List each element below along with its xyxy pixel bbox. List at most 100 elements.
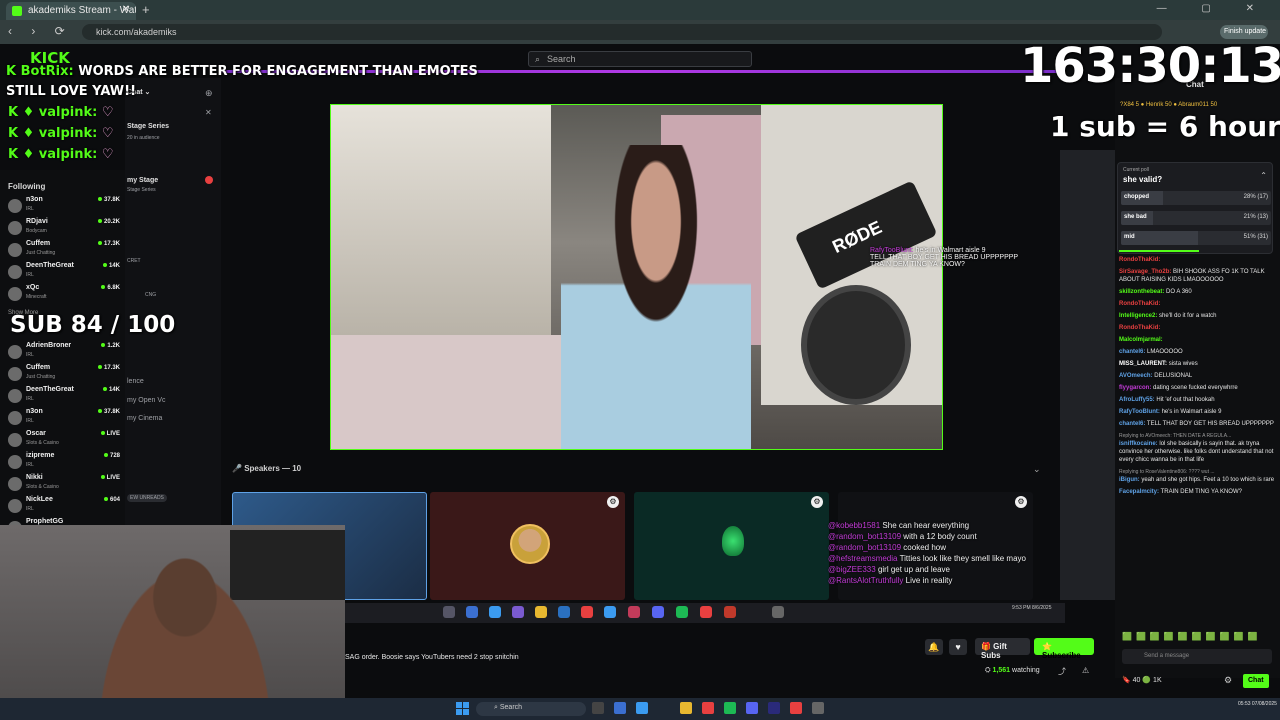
sidebar-channel[interactable]: Nikki Slots & Casino LIVE bbox=[8, 474, 124, 496]
main-video[interactable]: RØDE bbox=[330, 104, 943, 450]
discord-icon[interactable] bbox=[746, 702, 758, 714]
reply-context: Replying to RoseValentine806: ???? wut .… bbox=[1119, 469, 1215, 475]
heart-icon: ♡ bbox=[101, 147, 114, 162]
share-icon[interactable]: ⤴ bbox=[1058, 666, 1066, 677]
poll-option[interactable]: she bad 21% (13) bbox=[1121, 211, 1271, 225]
chat-points: 🔖 40 🟢 1K bbox=[1122, 677, 1162, 684]
bell-icon[interactable]: 🔔 bbox=[925, 639, 943, 655]
brave-icon[interactable] bbox=[702, 702, 714, 714]
open-vc-item[interactable]: my Open Vc bbox=[127, 397, 166, 404]
sidebar-channel[interactable]: AdrienBroner IRL 1.2K bbox=[8, 342, 124, 364]
url-field[interactable]: kick.com/akademiks bbox=[82, 24, 1162, 40]
task-view-icon[interactable] bbox=[592, 702, 604, 714]
speaker-tile[interactable]: ⚙ bbox=[634, 492, 829, 600]
poll-option[interactable]: mid 51% (31) bbox=[1121, 231, 1271, 245]
chat-username[interactable]: RondoThaKid: bbox=[1119, 301, 1160, 307]
still-love-overlay: STILL LOVE YAW!! bbox=[6, 84, 136, 99]
sidebar-channel[interactable]: RDjavi Bodycam 20.2K bbox=[8, 218, 124, 240]
chevron-up-icon[interactable]: ⌃ bbox=[1260, 171, 1267, 180]
my-stage-item[interactable]: my Stage bbox=[127, 177, 158, 184]
chat-send-button[interactable]: Chat bbox=[1243, 674, 1269, 688]
sidebar-channel[interactable]: Cuffem Just Chatting 17.3K bbox=[8, 364, 124, 386]
chat-text: sista wives bbox=[1168, 361, 1198, 367]
report-icon[interactable]: ⚠ bbox=[1082, 666, 1089, 675]
folder-icon[interactable] bbox=[680, 702, 692, 714]
chat-username[interactable]: Malcolmjarmal: bbox=[1119, 337, 1163, 343]
search-input[interactable]: ⌕ Search bbox=[528, 51, 752, 67]
sidebar-channel[interactable]: Oscar Slots & Casino LIVE bbox=[8, 430, 124, 452]
chat-username[interactable]: RondoThaKid: bbox=[1119, 325, 1160, 331]
emote-bar[interactable]: 🟩🟩🟩🟩🟩🟩🟩🟩🟩🟩 bbox=[1122, 632, 1262, 641]
chat-username[interactable]: Facepalmcity: bbox=[1119, 489, 1159, 495]
sidebar-channel[interactable]: n3on IRL 37.8K bbox=[8, 196, 124, 218]
new-tab-button[interactable]: + bbox=[142, 2, 150, 17]
send-message-input[interactable]: Send a message bbox=[1122, 649, 1272, 664]
app-icon[interactable] bbox=[604, 606, 616, 618]
follow-heart-button[interactable]: ♥ bbox=[949, 639, 967, 655]
sidebar-channel[interactable]: izipreme IRL 728 bbox=[8, 452, 124, 474]
folder-icon[interactable] bbox=[535, 606, 547, 618]
close-tab-icon[interactable]: ✕ bbox=[122, 4, 130, 15]
finish-update-button[interactable]: Finish update bbox=[1220, 25, 1268, 39]
add-icon[interactable]: ⊕ bbox=[205, 88, 213, 99]
sidebar-channel[interactable]: Cuffem Just Chatting 17.3K bbox=[8, 240, 124, 262]
chevron-down-icon[interactable]: ⌄ bbox=[1033, 464, 1041, 475]
app-icon[interactable] bbox=[466, 606, 478, 618]
app-icon[interactable] bbox=[628, 606, 640, 618]
chat-username[interactable]: isniffkocaine: bbox=[1119, 441, 1158, 447]
app-icon[interactable] bbox=[724, 606, 736, 618]
chrome-icon[interactable] bbox=[581, 606, 593, 618]
sidebar-channel[interactable]: DeenTheGreat IRL 14K bbox=[8, 262, 124, 284]
options-icon[interactable]: ⚙ bbox=[811, 496, 823, 508]
subscribe-button[interactable]: ⭐ Subscribe bbox=[1034, 638, 1094, 660]
browser-tab[interactable]: akademiks Stream - Watch Live ✕ bbox=[6, 2, 136, 20]
options-icon[interactable]: ⚙ bbox=[1015, 496, 1027, 508]
chat-username[interactable]: iBigun: bbox=[1119, 477, 1140, 483]
windows-start-icon[interactable] bbox=[456, 702, 470, 716]
app-icon[interactable] bbox=[489, 606, 501, 618]
chat-username[interactable]: AVOmeech: bbox=[1119, 373, 1153, 379]
poll-option[interactable]: chopped 28% (17) bbox=[1121, 191, 1271, 205]
chat-username[interactable]: Intelligence2: bbox=[1119, 313, 1157, 319]
app-icon[interactable] bbox=[812, 702, 824, 714]
cinema-item[interactable]: my Cinema bbox=[127, 415, 162, 422]
chat-username[interactable]: RondoThaKid: bbox=[1119, 257, 1160, 263]
app-icon[interactable] bbox=[772, 606, 784, 618]
chat-username[interactable]: chantel6: bbox=[1119, 421, 1145, 427]
app-icon[interactable] bbox=[614, 702, 626, 714]
speaker-tile[interactable]: ⚙ bbox=[430, 492, 625, 600]
window-controls[interactable]: — ▢ ✕ bbox=[1157, 3, 1270, 14]
chat-username[interactable]: RafyTooBlunt: bbox=[1119, 409, 1160, 415]
avatar bbox=[8, 287, 22, 301]
gift-subs-button[interactable]: 🎁 Gift Subs bbox=[975, 638, 1030, 660]
chrome-icon[interactable] bbox=[790, 702, 802, 714]
close-icon[interactable]: ✕ bbox=[205, 108, 212, 117]
windows-search-input[interactable]: ⌕ Search bbox=[476, 702, 586, 716]
viewer-count: 1.2K bbox=[101, 343, 120, 349]
chat-username[interactable]: skillzonthebeat: bbox=[1119, 289, 1164, 295]
sidebar-channel[interactable]: xQc Minecraft 6.8K bbox=[8, 284, 124, 306]
new-unreads-pill[interactable]: EW UNREADS bbox=[127, 494, 167, 502]
sidebar-channel[interactable]: DeenTheGreat IRL 14K bbox=[8, 386, 124, 408]
app-icon[interactable] bbox=[768, 702, 780, 714]
sidebar-channel[interactable]: n3on IRL 37.8K bbox=[8, 408, 124, 430]
edge-icon[interactable] bbox=[636, 702, 648, 714]
app-icon[interactable] bbox=[558, 606, 570, 618]
chat-username[interactable]: chantel6: bbox=[1119, 349, 1145, 355]
app-icon[interactable] bbox=[512, 606, 524, 618]
sidebar-channel[interactable]: NickLee IRL 604 bbox=[8, 496, 124, 518]
chat-username[interactable]: flyygarcon: bbox=[1119, 385, 1151, 391]
app-icon[interactable] bbox=[700, 606, 712, 618]
app-icon[interactable] bbox=[443, 606, 455, 618]
lence-item[interactable]: lence bbox=[127, 378, 144, 385]
chat-username[interactable]: SirSavage_Tho2b: bbox=[1119, 269, 1171, 275]
chat-username[interactable]: AfroLuffy55: bbox=[1119, 397, 1155, 403]
chat-username[interactable]: MISS_LAURENT: bbox=[1119, 361, 1167, 367]
gear-icon[interactable]: ⚙ bbox=[1224, 675, 1232, 686]
discord-icon[interactable] bbox=[652, 606, 664, 618]
options-icon[interactable]: ⚙ bbox=[607, 496, 619, 508]
my-stage-sub: Stage Series bbox=[127, 187, 156, 193]
live-dot-icon bbox=[97, 219, 102, 223]
spotify-icon[interactable] bbox=[724, 702, 736, 714]
spotify-icon[interactable] bbox=[676, 606, 688, 618]
